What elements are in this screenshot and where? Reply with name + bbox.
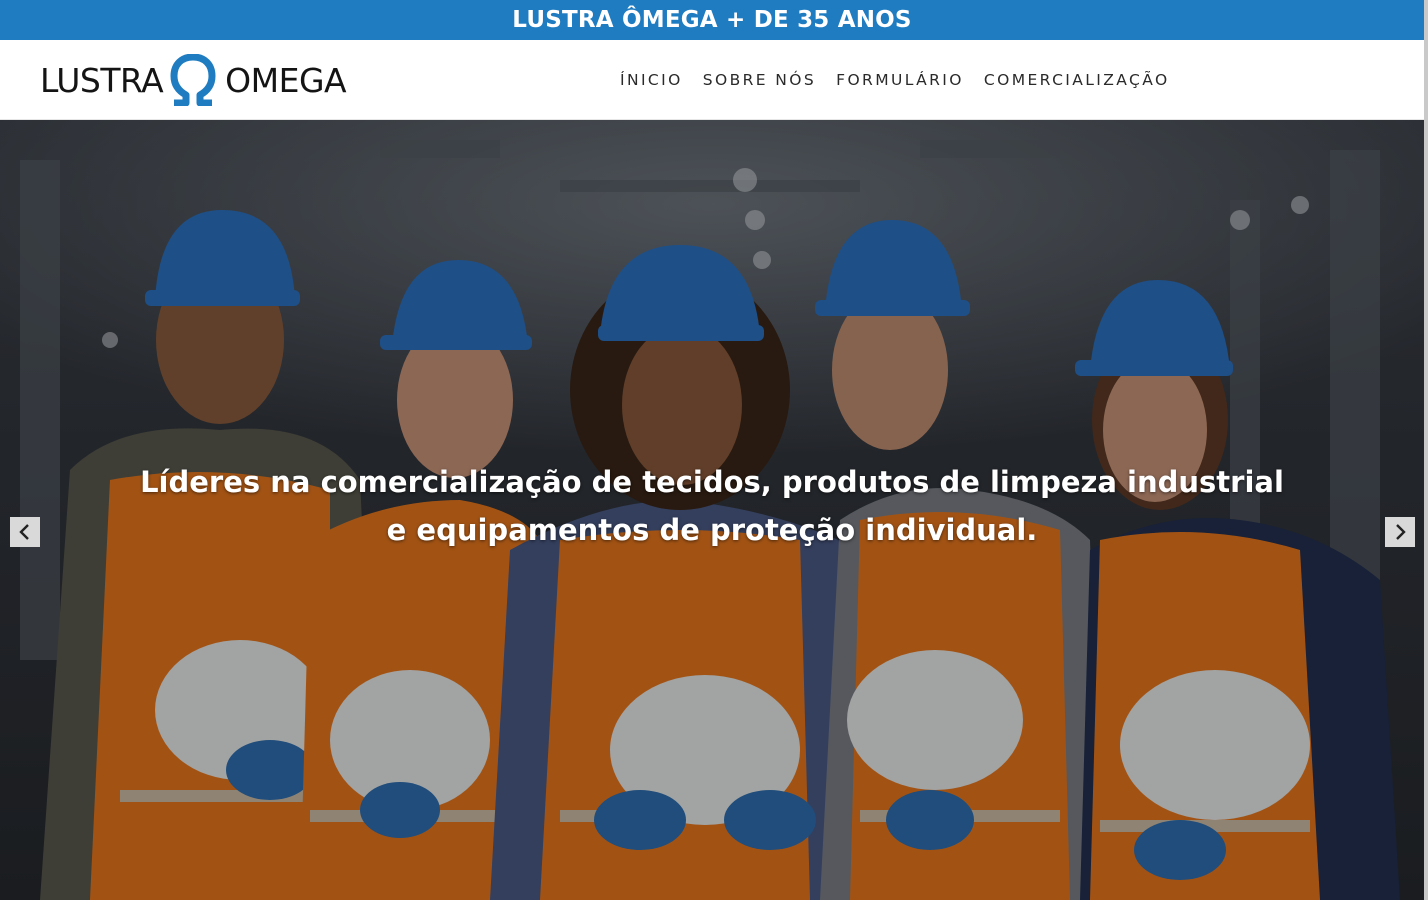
nav-link-comercializacao[interactable]: COMERCIALIZAÇÃO — [984, 71, 1170, 89]
slider-next-button[interactable] — [1385, 517, 1415, 547]
brand-logo[interactable]: LUSTRA OMEGA — [40, 54, 347, 106]
slider-prev-button[interactable] — [10, 517, 40, 547]
main-nav: ÍNICIO SOBRE NÓS FORMULÁRIO COMERCIALIZA… — [620, 40, 1190, 120]
chevron-right-icon — [1396, 524, 1406, 540]
site-header: LUSTRA OMEGA ÍNICIO SOBRE NÓS FORMULÁRIO… — [0, 40, 1424, 120]
page-scrollbar[interactable] — [1424, 0, 1428, 900]
nav-link-formulario[interactable]: FORMULÁRIO — [836, 71, 964, 89]
omega-icon — [170, 54, 216, 106]
logo-word-right: OMEGA — [225, 60, 347, 100]
chevron-left-icon — [19, 524, 29, 540]
nav-link-inicio[interactable]: ÍNICIO — [620, 71, 683, 89]
logo-word-left: LUSTRA — [40, 60, 164, 100]
top-banner: LUSTRA ÔMEGA + DE 35 ANOS — [0, 0, 1424, 40]
hero-caption: Líderes na comercialização de tecidos, p… — [140, 465, 1284, 547]
banner-text: LUSTRA ÔMEGA + DE 35 ANOS — [512, 7, 912, 33]
nav-link-sobre-nos[interactable]: SOBRE NÓS — [703, 71, 816, 89]
hero-slider: Líderes na comercialização de tecidos, p… — [0, 120, 1424, 900]
